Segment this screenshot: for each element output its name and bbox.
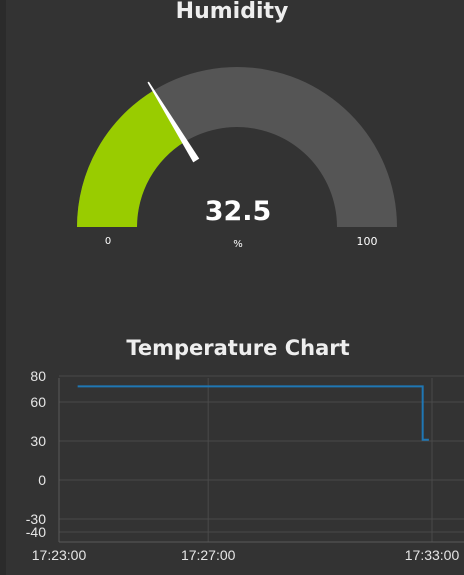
y-tick-label: -40	[26, 524, 46, 540]
x-tick-label: 17:27:00	[181, 547, 236, 563]
x-tick-label: 17:23:00	[32, 547, 87, 563]
y-tick-label: 80	[30, 368, 46, 384]
y-tick-label: 0	[38, 472, 46, 488]
temperature-chart: 8060300-30-4017:23:00 17:27:00 17:33:00	[26, 368, 464, 563]
y-tick-label: 30	[30, 433, 46, 449]
temperature-series-line	[77, 385, 429, 441]
y-tick-label: 60	[30, 394, 46, 410]
x-tick-label: 17:33:00	[405, 547, 460, 563]
